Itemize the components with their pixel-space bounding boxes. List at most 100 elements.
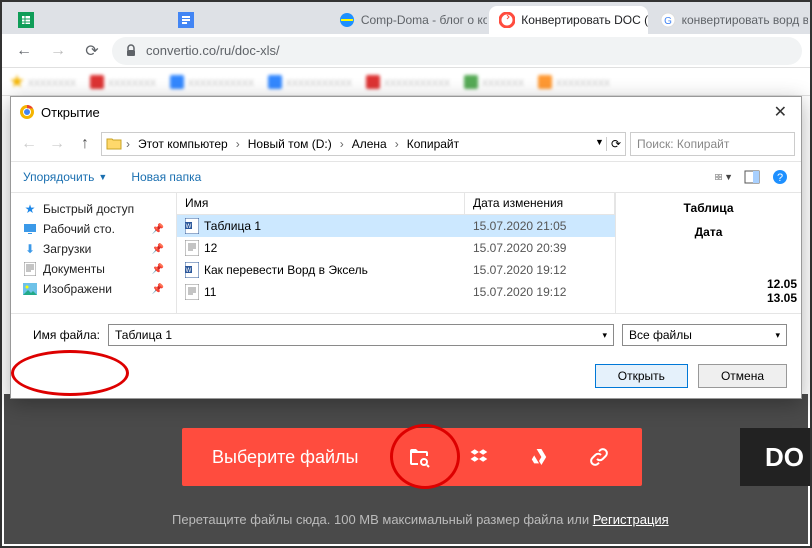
convertio-icon — [499, 12, 515, 28]
breadcrumb-bar[interactable]: › Этот компьютер› Новый том (D:)› Алена›… — [101, 132, 626, 156]
newfolder-button[interactable]: Новая папка — [131, 170, 201, 184]
col-name-header[interactable]: Имя — [177, 193, 465, 214]
nav-reload[interactable]: ⟳ — [78, 37, 106, 65]
search-placeholder: Поиск: Копирайт — [637, 137, 729, 151]
bookmark-item[interactable]: xxxxxxxx — [90, 75, 156, 89]
bookmark-item[interactable]: xxxxxxxxxxx — [170, 75, 254, 89]
bookmark-item[interactable]: xxxxxxxxxxx — [366, 75, 450, 89]
file-row[interactable]: 1215.07.2020 20:39 — [177, 237, 615, 259]
file-rows[interactable]: WТаблица 115.07.2020 21:051215.07.2020 2… — [177, 215, 615, 313]
dialog-toolbar: Упорядочить ▼ Новая папка ▼ ? — [11, 161, 801, 193]
nav-back-arrow[interactable]: ← — [17, 132, 41, 156]
chrome-icon — [19, 104, 35, 120]
file-pane: Имя Дата изменения WТаблица 115.07.2020 … — [177, 193, 801, 313]
preview-dates: 12.05 13.05 — [767, 277, 797, 305]
preview-title: Таблица — [624, 201, 793, 215]
do-panel: DO — [740, 428, 810, 486]
image-icon — [23, 282, 37, 296]
google-icon: G — [660, 12, 676, 28]
crumb[interactable]: Новый том (D:) — [244, 135, 336, 153]
view-mode-button[interactable]: ▼ — [715, 168, 733, 186]
svg-text:W: W — [186, 224, 192, 230]
pin-icon: 📌 — [152, 284, 164, 295]
doc-icon — [23, 262, 37, 276]
file-list: Имя Дата изменения WТаблица 115.07.2020 … — [177, 193, 616, 313]
file-row[interactable]: WКак перевести Ворд в Эксель15.07.2020 1… — [177, 259, 615, 281]
dialog-search[interactable]: Поиск: Копирайт — [630, 132, 795, 156]
filetype-select[interactable]: Все файлы▾ — [622, 324, 787, 346]
nav-forward[interactable]: → — [44, 37, 72, 65]
sidebar-item-images[interactable]: Изображени📌 — [11, 279, 176, 299]
filename-input[interactable]: Таблица 1▾ — [108, 324, 614, 346]
col-date-header[interactable]: Дата изменения — [465, 193, 615, 214]
tab-label: Конвертировать DOC (WORD) в — [521, 13, 647, 27]
tab-docs[interactable] — [168, 6, 326, 34]
bookmarks-bar: xxxxxxxx xxxxxxxx xxxxxxxxxxx xxxxxxxxxx… — [2, 68, 810, 96]
crumb[interactable]: Этот компьютер — [134, 135, 232, 153]
sidebar-item-documents[interactable]: Документы📌 — [11, 259, 176, 279]
tab-label: Comp-Doma - блог о компьюте — [361, 13, 487, 27]
file-row[interactable]: WТаблица 115.07.2020 21:05 — [177, 215, 615, 237]
dialog-title: Открытие — [41, 105, 100, 120]
dialog-sidebar: ★Быстрый доступ Рабочий сто.📌 ⬇Загрузки📌… — [11, 193, 177, 313]
bookmark-item[interactable]: xxxxxxxx — [10, 75, 76, 89]
svg-text:W: W — [186, 268, 192, 274]
bookmark-item[interactable]: xxxxxxxxxxx — [268, 75, 352, 89]
folder-search-icon — [407, 445, 431, 469]
svg-text:G: G — [664, 16, 672, 27]
select-files-label: Выберите файлы — [182, 447, 389, 468]
dialog-close-button[interactable]: ✕ — [768, 100, 793, 124]
url-button[interactable] — [569, 428, 629, 486]
sidebar-item-quickaccess[interactable]: ★Быстрый доступ — [11, 199, 176, 219]
organize-button[interactable]: Упорядочить ▼ — [23, 170, 107, 184]
help-button[interactable]: ? — [771, 168, 789, 186]
nav-fwd-arrow[interactable]: → — [45, 132, 69, 156]
dialog-footer: Имя файла: Таблица 1▾ Все файлы▾ Открыть… — [11, 313, 801, 398]
bookmark-item[interactable]: xxxxxxx — [464, 75, 524, 89]
url-text: convertio.co/ru/doc-xls/ — [146, 43, 280, 58]
docs-icon — [178, 12, 194, 28]
sheets-icon — [18, 12, 34, 28]
select-files-bar: Выберите файлы — [182, 428, 642, 486]
dropbox-icon — [467, 445, 491, 469]
register-link[interactable]: Регистрация — [593, 512, 669, 527]
file-open-dialog: Открытие ✕ ← → ↑ › Этот компьютер› Новый… — [10, 96, 802, 399]
dropbox-button[interactable] — [449, 428, 509, 486]
tab-strip: Comp-Doma - блог о компьюте × Конвертиро… — [2, 2, 810, 34]
tab-google[interactable]: G конвертировать ворд в эксель × — [650, 6, 808, 34]
nav-up-arrow[interactable]: ↑ — [73, 132, 97, 156]
pin-icon: 📌 — [152, 244, 164, 255]
highlight-circle — [11, 350, 129, 396]
browse-button[interactable] — [389, 428, 449, 486]
svg-text:?: ? — [777, 172, 783, 184]
open-button[interactable]: Открыть — [595, 364, 688, 388]
bookmark-item[interactable]: xxxxxxxxx — [538, 75, 610, 89]
crumb[interactable]: Алена — [348, 135, 391, 153]
sidebar-item-desktop[interactable]: Рабочий сто.📌 — [11, 219, 176, 239]
file-row[interactable]: 1115.07.2020 19:12 — [177, 281, 615, 303]
tab-compdoma[interactable]: Comp-Doma - блог о компьюте × — [329, 6, 487, 34]
folder-icon — [106, 136, 122, 152]
tab-convertio[interactable]: Конвертировать DOC (WORD) в × — [489, 6, 647, 34]
file-list-header: Имя Дата изменения — [177, 193, 615, 215]
download-icon: ⬇ — [23, 242, 37, 256]
nav-back[interactable]: ← — [10, 37, 38, 65]
pin-icon: 📌 — [152, 264, 164, 275]
tab-label: конвертировать ворд в эксель — [682, 13, 808, 27]
dialog-body: ★Быстрый доступ Рабочий сто.📌 ⬇Загрузки📌… — [11, 193, 801, 313]
ie-icon — [339, 12, 355, 28]
tab-sheets[interactable] — [8, 6, 166, 34]
sidebar-item-downloads[interactable]: ⬇Загрузки📌 — [11, 239, 176, 259]
link-icon — [587, 445, 611, 469]
address-bar[interactable]: convertio.co/ru/doc-xls/ — [112, 37, 802, 65]
preview-pane-button[interactable] — [743, 168, 761, 186]
cancel-button[interactable]: Отмена — [698, 364, 787, 388]
address-row: ← → ⟳ convertio.co/ru/doc-xls/ — [2, 34, 810, 68]
preview-label: Дата — [624, 225, 793, 239]
dialog-nav: ← → ↑ › Этот компьютер› Новый том (D:)› … — [11, 127, 801, 161]
preview-pane: Таблица Дата 12.05 13.05 — [616, 193, 801, 313]
lock-icon — [124, 44, 138, 58]
googledrive-button[interactable] — [509, 428, 569, 486]
desktop-icon — [23, 222, 37, 236]
crumb[interactable]: Копирайт — [403, 135, 463, 153]
